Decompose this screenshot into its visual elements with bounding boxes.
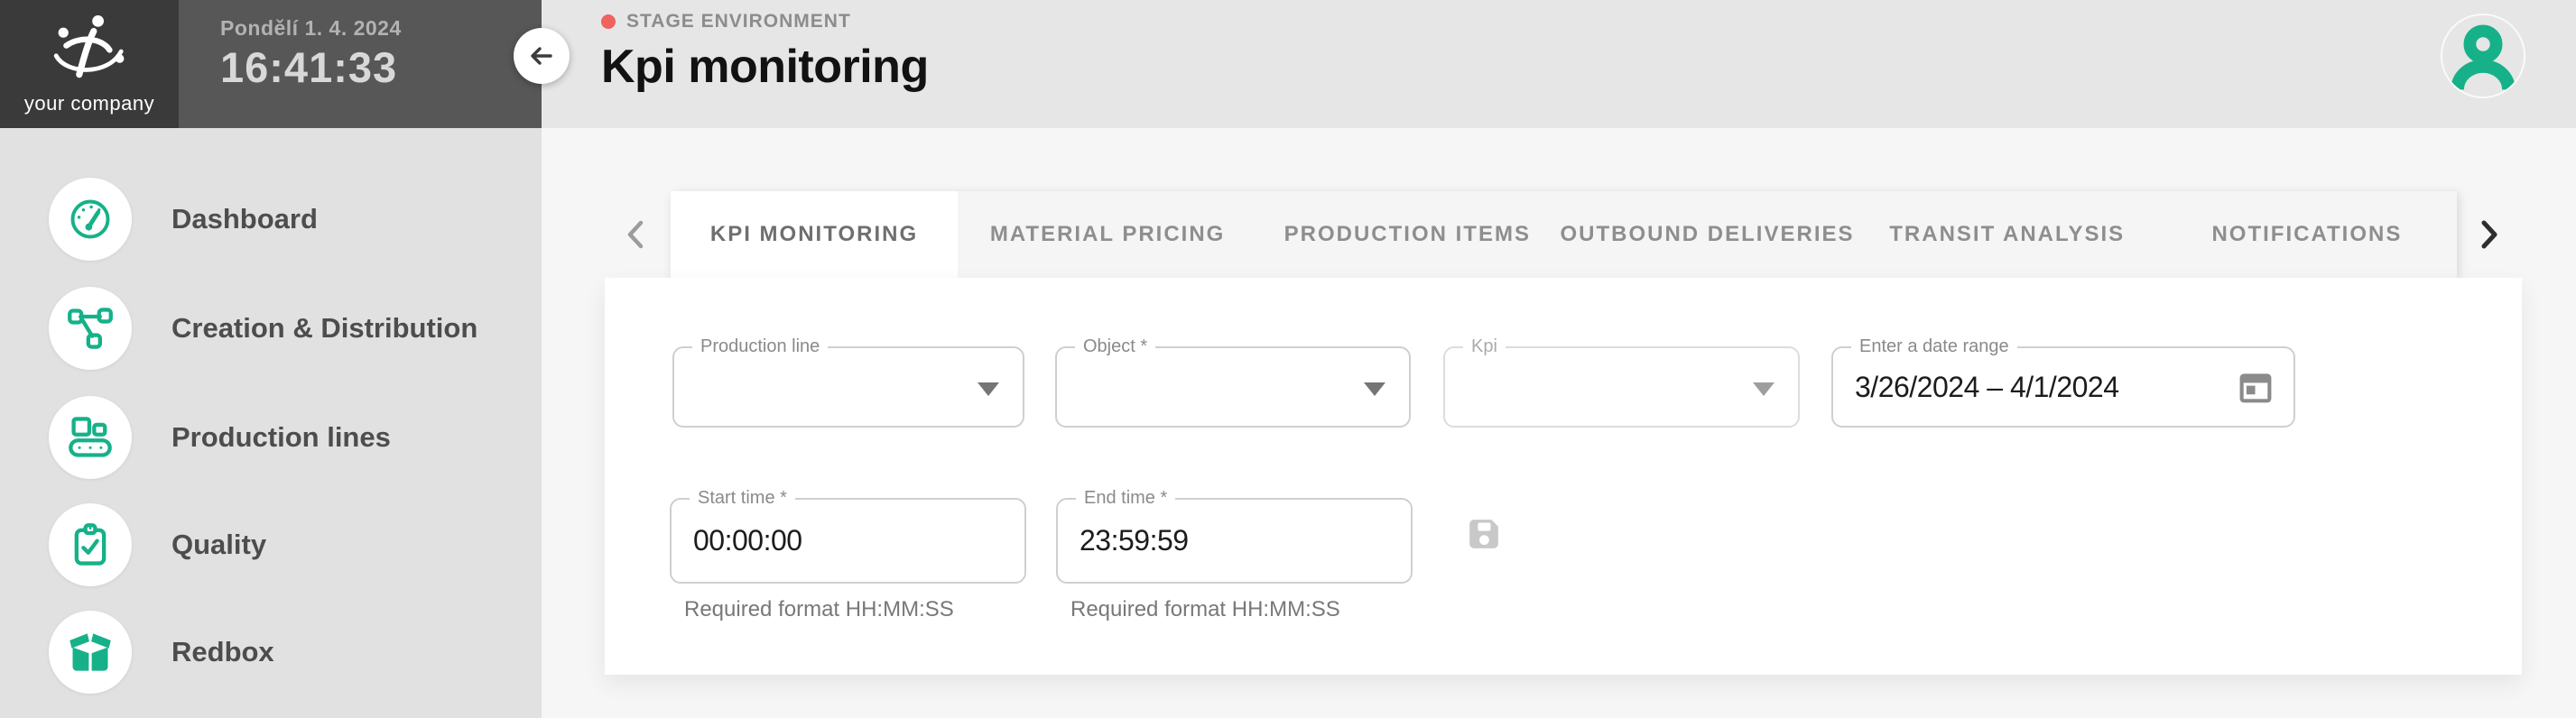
tab-transit-analysis[interactable]: TRANSIT ANALYSIS — [1858, 191, 2157, 278]
start-time-input[interactable] — [693, 500, 947, 582]
production-line-value — [696, 348, 945, 426]
sidebar-item-quality[interactable]: Quality — [0, 491, 542, 599]
person-icon — [2448, 21, 2518, 91]
user-profile-button[interactable] — [2441, 14, 2525, 98]
start-time-field[interactable]: Start time * — [670, 498, 1026, 584]
tab-strip: KPI MONITORING MATERIAL PRICING PRODUCTI… — [671, 191, 2457, 278]
gauge-icon — [49, 178, 132, 261]
sidebar-item-redbox[interactable]: Redbox — [0, 598, 542, 706]
sidebar-item-label: Quality — [171, 529, 266, 561]
tab-kpi-monitoring[interactable]: KPI MONITORING — [671, 191, 958, 278]
sidebar-item-creation-distribution[interactable]: Creation & Distribution — [0, 274, 542, 382]
sidebar-item-production-lines[interactable]: Production lines — [0, 383, 542, 492]
environment-label: STAGE ENVIRONMENT — [626, 11, 851, 32]
current-date: Pondělí 1. 4. 2024 — [220, 16, 542, 41]
sidebar: Dashboard Creation & Distribution — [0, 128, 542, 718]
tab-notifications[interactable]: NOTIFICATIONS — [2157, 191, 2457, 278]
save-floppy-icon — [1466, 516, 1502, 552]
workflow-icon — [49, 287, 132, 370]
object-select[interactable]: Object * — [1055, 346, 1411, 428]
current-time: 16:41:33 — [220, 42, 542, 92]
chevron-down-icon — [978, 382, 999, 396]
start-time-helper: Required format HH:MM:SS — [684, 597, 954, 622]
company-logo-icon — [46, 13, 133, 90]
kpi-value — [1467, 348, 1720, 426]
sidebar-item-label: Redbox — [171, 636, 274, 668]
end-time-helper: Required format HH:MM:SS — [1070, 597, 1340, 622]
date-range-field[interactable]: Enter a date range — [1831, 346, 2295, 428]
environment-dot-icon — [601, 14, 616, 29]
open-box-icon — [49, 611, 132, 694]
company-logo-text: your company — [24, 92, 154, 115]
calendar-icon[interactable] — [2236, 367, 2275, 407]
company-logo: your company — [0, 0, 179, 128]
chevron-down-icon — [1364, 382, 1385, 396]
conveyor-icon — [49, 396, 132, 479]
arrow-left-icon — [526, 41, 557, 71]
back-button[interactable] — [514, 28, 570, 84]
chevron-right-icon — [2476, 218, 2503, 251]
page-title: Kpi monitoring — [601, 40, 929, 94]
tabs-scroll-left-button[interactable] — [608, 207, 663, 262]
date-range-input[interactable] — [1855, 348, 2216, 426]
kpi-select[interactable]: Kpi — [1443, 346, 1800, 428]
sidebar-item-dashboard[interactable]: Dashboard — [0, 165, 542, 273]
tab-outbound-deliveries[interactable]: OUTBOUND DELIVERIES — [1557, 191, 1857, 278]
datetime-block: Pondělí 1. 4. 2024 16:41:33 — [179, 0, 542, 128]
tab-production-items[interactable]: PRODUCTION ITEMS — [1257, 191, 1557, 278]
end-time-field[interactable]: End time * — [1056, 498, 1413, 584]
clipboard-check-icon — [49, 503, 132, 586]
chevron-down-icon — [1753, 382, 1774, 396]
sidebar-item-label: Dashboard — [171, 203, 318, 235]
sidebar-item-label: Production lines — [171, 421, 391, 454]
app-root: your company Pondělí 1. 4. 2024 16:41:33… — [0, 0, 2576, 718]
tab-material-pricing[interactable]: MATERIAL PRICING — [958, 191, 1257, 278]
production-line-select[interactable]: Production line — [672, 346, 1024, 428]
tabs-scroll-right-button[interactable] — [2462, 207, 2516, 262]
end-time-input[interactable] — [1080, 500, 1333, 582]
chevron-left-icon — [622, 218, 649, 251]
object-value — [1079, 348, 1331, 426]
save-button[interactable] — [1466, 516, 1502, 552]
page-head: STAGE ENVIRONMENT Kpi monitoring — [601, 9, 929, 94]
sidebar-item-label: Creation & Distribution — [171, 312, 477, 345]
header: your company Pondělí 1. 4. 2024 16:41:33… — [0, 0, 2576, 128]
